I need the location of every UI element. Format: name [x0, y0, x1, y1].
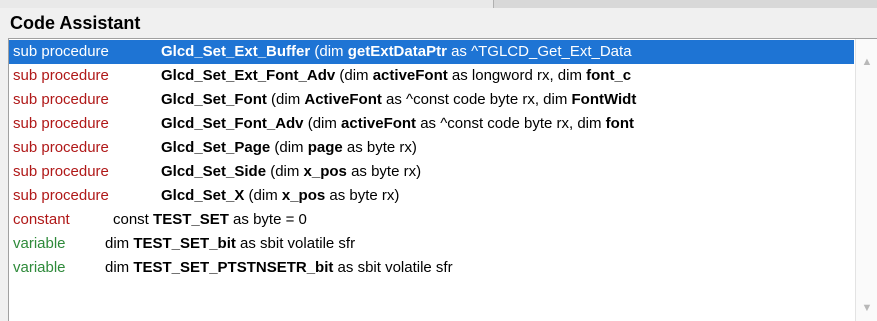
- suggestion-signature-text: as ^const code byte rx, dim: [416, 115, 606, 132]
- suggestion-category: sub procedure: [13, 67, 109, 84]
- suggestion-row[interactable]: sub procedure Glcd_Set_Font_Adv (dim acti…: [9, 112, 854, 136]
- editor-side-panel: [494, 0, 877, 8]
- suggestion-row[interactable]: variable dim TEST_SET_bit as sbit volatil…: [9, 232, 854, 256]
- suggestion-row[interactable]: variable dim TEST_SET_PTSTNSETR_bit as sb…: [9, 256, 854, 280]
- suggestion-signature-text: as sbit volatile sfr: [333, 259, 453, 276]
- suggestion-category: sub procedure: [13, 43, 109, 60]
- suggestion-identifier: Glcd_Set_Ext_Buffer: [161, 43, 311, 60]
- code-assistant-header: Code Assistant: [0, 8, 877, 38]
- suggestion-identifier: x_pos: [281, 187, 326, 204]
- scroll-up-arrow-icon[interactable]: ▲: [861, 55, 873, 69]
- suggestion-signature-text: dim: [105, 259, 134, 276]
- suggestion-signature-text: const: [113, 211, 154, 228]
- suggestion-category: sub procedure: [13, 139, 109, 156]
- suggestion-identifier: Glcd_Set_Font_Adv: [161, 115, 304, 132]
- vertical-scrollbar[interactable]: ▲ ▼: [855, 39, 877, 321]
- code-assistant-title: Code Assistant: [10, 13, 141, 33]
- suggestion-signature-text: (dim: [335, 67, 373, 84]
- suggestion-list[interactable]: sub procedure Glcd_Set_Ext_Buffer (dim ge…: [9, 40, 854, 320]
- suggestion-row[interactable]: sub procedure Glcd_Set_Ext_Buffer (dim ge…: [9, 40, 854, 64]
- scroll-down-arrow-icon[interactable]: ▼: [861, 301, 873, 315]
- suggestion-identifier: TEST_SET: [153, 211, 229, 228]
- suggestion-identifier: TEST_SET_bit: [133, 235, 236, 252]
- suggestion-row[interactable]: sub procedure Glcd_Set_Font (dim ActiveFo…: [9, 88, 854, 112]
- suggestion-identifier: getExtDataPtr: [347, 43, 447, 60]
- suggestion-row[interactable]: sub procedure Glcd_Set_Ext_Font_Adv (dim …: [9, 64, 854, 88]
- suggestion-signature-text: as byte rx): [342, 139, 417, 156]
- suggestion-identifier: activeFont: [341, 115, 417, 132]
- suggestion-identifier: Glcd_Set_Page: [161, 139, 271, 156]
- suggestion-identifier: Glcd_Set_Font: [161, 91, 267, 108]
- suggestion-signature-text: dim: [105, 235, 134, 252]
- suggestion-identifier: page: [307, 139, 343, 156]
- suggestion-signature-text: as byte = 0: [228, 211, 307, 228]
- suggestion-category: sub procedure: [13, 91, 109, 108]
- suggestion-identifier: activeFont: [372, 67, 448, 84]
- suggestion-category: sub procedure: [13, 115, 109, 132]
- suggestion-category: variable: [13, 259, 66, 276]
- suggestion-identifier: FontWidt: [571, 91, 637, 108]
- suggestion-signature-text: as ^TGLCD_Get_Ext_Data: [446, 43, 632, 60]
- suggestion-identifier: TEST_SET_PTSTNSETR_bit: [133, 259, 334, 276]
- suggestion-identifier: x_pos: [303, 163, 347, 180]
- suggestion-signature-text: as byte rx): [325, 187, 400, 204]
- suggestion-identifier: Glcd_Set_Ext_Font_Adv: [161, 67, 336, 84]
- suggestion-signature-text: as sbit volatile sfr: [235, 235, 356, 252]
- suggestion-category: sub procedure: [13, 187, 109, 204]
- suggestion-signature-text: as ^const code byte rx, dim: [381, 91, 572, 108]
- suggestion-identifier: Glcd_Set_Side: [161, 163, 267, 180]
- suggestion-signature-text: (dim: [303, 115, 342, 132]
- suggestion-row[interactable]: sub procedure Glcd_Set_Page (dim page as …: [9, 136, 854, 160]
- suggestion-signature-text: (dim: [310, 43, 348, 60]
- suggestion-signature-text: (dim: [270, 139, 308, 156]
- suggestion-signature-text: (dim: [244, 187, 282, 204]
- suggestion-category: constant: [13, 211, 70, 228]
- suggestion-identifier: ActiveFont: [304, 91, 382, 108]
- suggestion-identifier: Glcd_Set_X: [161, 187, 245, 204]
- suggestion-identifier: font_c: [586, 67, 632, 84]
- suggestion-signature-text: (dim: [266, 163, 304, 180]
- suggestion-row[interactable]: sub procedure Glcd_Set_X (dim x_pos as by…: [9, 184, 854, 208]
- suggestion-row[interactable]: sub procedure Glcd_Set_Side (dim x_pos as…: [9, 160, 854, 184]
- suggestion-row[interactable]: constant const TEST_SET as byte = 0: [9, 208, 854, 232]
- suggestion-signature-text: as longword rx, dim: [447, 67, 587, 84]
- suggestion-category: sub procedure: [13, 163, 109, 180]
- suggestion-identifier: font: [605, 115, 634, 132]
- code-assistant-panel: sub procedure Glcd_Set_Ext_Buffer (dim ge…: [8, 38, 877, 321]
- suggestion-signature-text: as byte rx): [346, 163, 422, 180]
- suggestion-signature-text: (dim: [266, 91, 305, 108]
- suggestion-category: variable: [13, 235, 66, 252]
